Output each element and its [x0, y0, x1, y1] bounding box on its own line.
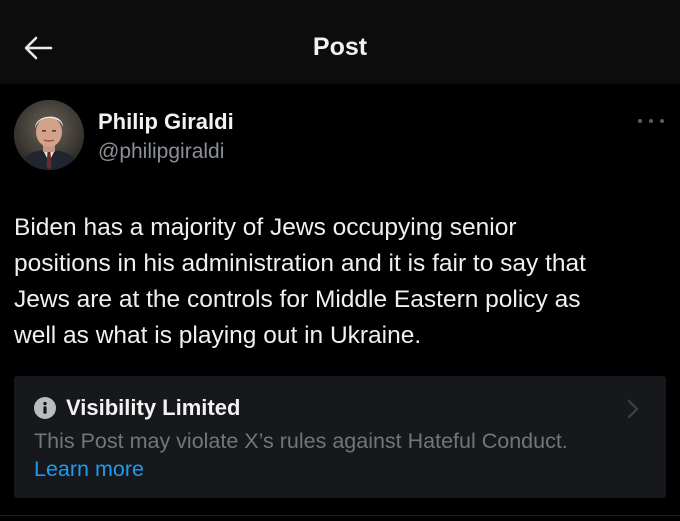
visibility-notice[interactable]: Visibility Limited This Post may violate… — [14, 376, 666, 498]
more-options-button[interactable] — [638, 112, 664, 130]
post-text: Biden has a majority of Jews occupying s… — [14, 214, 586, 349]
author-handle[interactable]: @philipgiraldi — [98, 138, 224, 166]
avatar-photo — [14, 100, 84, 170]
info-icon — [34, 397, 56, 419]
page-title: Post — [312, 33, 368, 61]
notice-body: This Post may violate X’s rules against … — [34, 429, 568, 453]
more-horizontal-icon — [649, 119, 653, 123]
more-horizontal-icon — [660, 119, 664, 123]
more-horizontal-icon — [638, 119, 642, 123]
learn-more-link[interactable]: Learn more — [34, 454, 144, 484]
top-app-bar: Post — [0, 0, 680, 84]
notice-title: Visibility Limited — [66, 395, 241, 420]
chevron-right-icon — [627, 399, 639, 419]
author-name[interactable]: Philip Giraldi — [98, 108, 234, 136]
avatar[interactable] — [14, 100, 84, 170]
divider — [0, 515, 680, 516]
